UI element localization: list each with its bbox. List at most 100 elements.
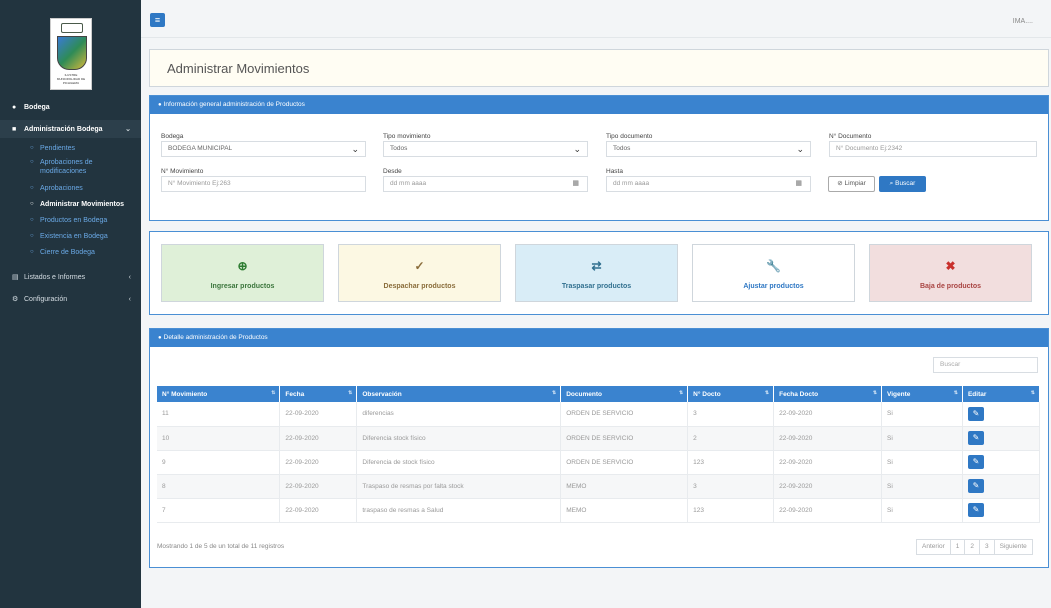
chevron-down-icon: ⌄ <box>125 126 131 133</box>
table-cell: 8 <box>157 474 281 499</box>
column-header[interactable]: Fecha ⇅ <box>279 386 358 402</box>
sort-icon: ⇅ <box>271 390 276 396</box>
table-cell: ✎ <box>962 426 1041 451</box>
table-cell: 22-09-2020 <box>279 474 358 499</box>
topbar: ≡ IMA.... <box>141 0 1051 38</box>
num-documento-input[interactable]: N° Documento Ej:2342 <box>829 141 1037 157</box>
card-label: Despachar productos <box>383 283 456 290</box>
table-row: 9 22-09-2020 Diferencia de stock físico … <box>157 450 1041 475</box>
table-row: 8 22-09-2020 Traspaso de resmas por falt… <box>157 474 1041 499</box>
pagination-page-3[interactable]: 3 <box>980 540 995 554</box>
sidebar-item-label: Listados e Informes <box>24 273 86 281</box>
ingresar-productos-card[interactable]: ⊕ Ingresar productos <box>161 244 324 302</box>
column-header[interactable]: N° Movimiento ⇅ <box>157 386 281 402</box>
desde-placeholder: dd mm aaaa <box>390 180 427 187</box>
sidebar-subitem-aprobaciones-modificaciones[interactable]: ○ Aprobaciones de modificaciones <box>0 158 141 176</box>
sidebar-item-listados[interactable]: ▤ Listados e Informes ‹ <box>0 268 141 286</box>
table-search-input[interactable]: Buscar <box>933 357 1038 373</box>
crest-banner <box>61 23 83 33</box>
circle-icon: ○ <box>30 249 34 255</box>
card-label: Ingresar productos <box>210 283 275 290</box>
table-cell: traspaso de resmas a Salud <box>356 498 562 523</box>
table-cell: 22-09-2020 <box>773 498 883 523</box>
pencil-icon: ✎ <box>972 408 980 418</box>
sidebar-item-admin-bodega[interactable]: ■ Administración Bodega ⌄ <box>0 120 141 138</box>
tipo-movimiento-select[interactable]: Todos ⌄ <box>383 141 588 157</box>
sidebar-subitem-aprobaciones[interactable]: ○ Aprobaciones <box>0 184 141 193</box>
column-header[interactable]: Observación ⇅ <box>356 386 562 402</box>
wrench-icon: 🔧 <box>766 259 781 273</box>
table-cell: 22-09-2020 <box>773 426 883 451</box>
column-header-label: Editar <box>967 390 987 398</box>
detail-panel-header: ● Detalle administración de Productos <box>150 329 1048 347</box>
edit-button[interactable]: ✎ <box>967 503 984 517</box>
edit-button[interactable]: ✎ <box>967 431 984 445</box>
pagination: Anterior 1 2 3 Siguiente <box>916 539 1033 555</box>
column-header-label: Fecha <box>285 390 305 398</box>
sidebar-item-bodega[interactable]: ● Bodega <box>0 98 141 116</box>
column-header[interactable]: Documento ⇅ <box>560 386 689 402</box>
sidebar-item-label: Bodega <box>24 103 50 111</box>
traspasar-productos-card[interactable]: ⇄ Traspasar productos <box>515 244 678 302</box>
column-header[interactable]: Fecha Docto ⇅ <box>773 386 883 402</box>
search-button[interactable]: ⌕ Buscar <box>879 176 926 192</box>
sidebar-subitem-existencia-bodega[interactable]: ○ Existencia en Bodega <box>0 232 141 241</box>
hasta-label: Hasta <box>606 168 623 175</box>
ajustar-productos-card[interactable]: 🔧 Ajustar productos <box>692 244 855 302</box>
table-cell: 22-09-2020 <box>773 474 883 499</box>
column-header-label: Observación <box>362 390 402 398</box>
sidebar-subitem-cierre-bodega[interactable]: ○ Cierre de Bodega <box>0 248 141 257</box>
pencil-icon: ✎ <box>972 433 980 442</box>
pagination-next[interactable]: Siguiente <box>995 540 1032 554</box>
table-cell: diferencias <box>356 402 562 427</box>
edit-button[interactable]: ✎ <box>967 479 984 493</box>
table-cell: ✎ <box>962 450 1041 475</box>
sidebar-subitem-label: Aprobaciones de modificaciones <box>40 159 93 175</box>
table-cell: 9 <box>157 450 281 475</box>
x-circle-icon: ✖ <box>945 259 956 273</box>
home-icon: ● <box>12 103 17 111</box>
sidebar-subitem-productos-bodega[interactable]: ○ Productos en Bodega <box>0 216 141 225</box>
tipo-documento-label: Tipo documento <box>606 133 653 140</box>
sort-icon: ⇅ <box>348 390 353 396</box>
despachar-productos-card[interactable]: ✓ Despachar productos <box>338 244 501 302</box>
pagination-page-1[interactable]: 1 <box>951 540 966 554</box>
clear-icon: ⊘ <box>837 180 843 187</box>
table-cell: MEMO <box>560 474 689 499</box>
column-header[interactable]: Editar ⇅ <box>962 386 1041 402</box>
sidebar-item-configuracion[interactable]: ⚙ Configuración ‹ <box>0 290 141 308</box>
tipo-documento-select[interactable]: Todos ⌄ <box>606 141 811 157</box>
sidebar-subitem-pendientes[interactable]: ○ Pendientes <box>0 144 141 153</box>
circle-icon: ○ <box>30 159 34 165</box>
column-header-label: Documento <box>566 390 602 398</box>
desde-date-input[interactable]: dd mm aaaa ▦ <box>383 176 588 192</box>
clear-button[interactable]: ⊘ Limpiar <box>828 176 875 192</box>
table-cell: 3 <box>687 402 775 427</box>
column-header[interactable]: Vigente ⇅ <box>881 386 963 402</box>
baja-productos-card[interactable]: ✖ Baja de productos <box>869 244 1032 302</box>
edit-button[interactable]: ✎ <box>967 455 984 469</box>
circle-icon: ○ <box>30 201 34 207</box>
hasta-date-input[interactable]: dd mm aaaa ▦ <box>606 176 811 192</box>
bodega-select[interactable]: BODEGA MUNICIPAL ⌄ <box>161 141 366 157</box>
user-menu[interactable]: IMA.... <box>1013 18 1033 25</box>
column-header[interactable]: N° Docto ⇅ <box>687 386 775 402</box>
num-documento-placeholder: N° Documento Ej:2342 <box>836 145 903 152</box>
detail-panel-title: Detalle administración de Productos <box>163 334 268 341</box>
circle-icon: ○ <box>30 145 34 151</box>
num-movimiento-input[interactable]: N° Movimiento Ej:263 <box>161 176 366 192</box>
column-header-label: Fecha Docto <box>779 390 819 398</box>
table-cell: 11 <box>157 402 281 427</box>
menu-toggle-button[interactable]: ≡ <box>150 13 165 27</box>
sidebar-item-label: Configuración <box>24 295 68 303</box>
table-cell: ✎ <box>962 474 1041 499</box>
edit-button[interactable]: ✎ <box>967 406 984 421</box>
pagination-previous[interactable]: Anterior <box>917 540 951 554</box>
filter-panel-title: Información general administración de Pr… <box>163 101 305 108</box>
chevron-left-icon: ‹ <box>128 295 131 303</box>
sidebar-subitem-administrar-movimientos[interactable]: ○ Administrar Movimientos <box>0 200 141 209</box>
table-cell: 22-09-2020 <box>279 498 358 523</box>
pagination-page-2[interactable]: 2 <box>965 540 981 554</box>
calendar-icon[interactable]: ▦ <box>572 177 579 191</box>
calendar-icon[interactable]: ▦ <box>795 177 802 191</box>
